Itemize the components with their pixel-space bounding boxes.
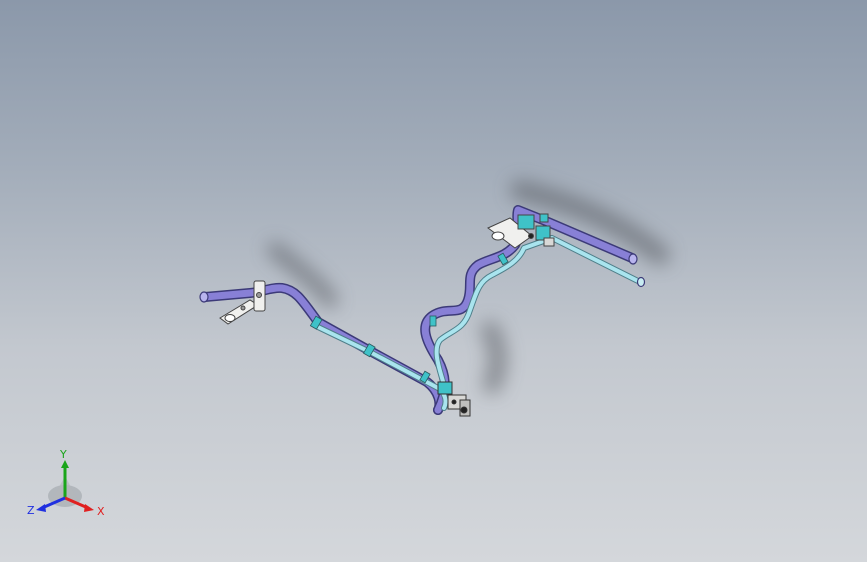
x-axis-arrow [84,504,94,512]
triad-graphic: Y X Z [27,448,105,518]
y-axis-label: Y [59,448,67,461]
x-axis-label: X [97,505,105,518]
tube-clips[interactable] [309,252,509,384]
graphics-viewport[interactable]: Y X Z [0,0,867,562]
left-mounting-bracket[interactable] [219,280,266,325]
upper-mounting-bracket[interactable] [487,213,555,249]
z-axis-label: Z [27,504,35,517]
3d-model-view[interactable] [0,0,867,562]
y-axis-arrow [61,460,69,468]
z-axis-arrow [36,504,46,512]
orientation-triad[interactable]: Y X Z [24,448,110,524]
